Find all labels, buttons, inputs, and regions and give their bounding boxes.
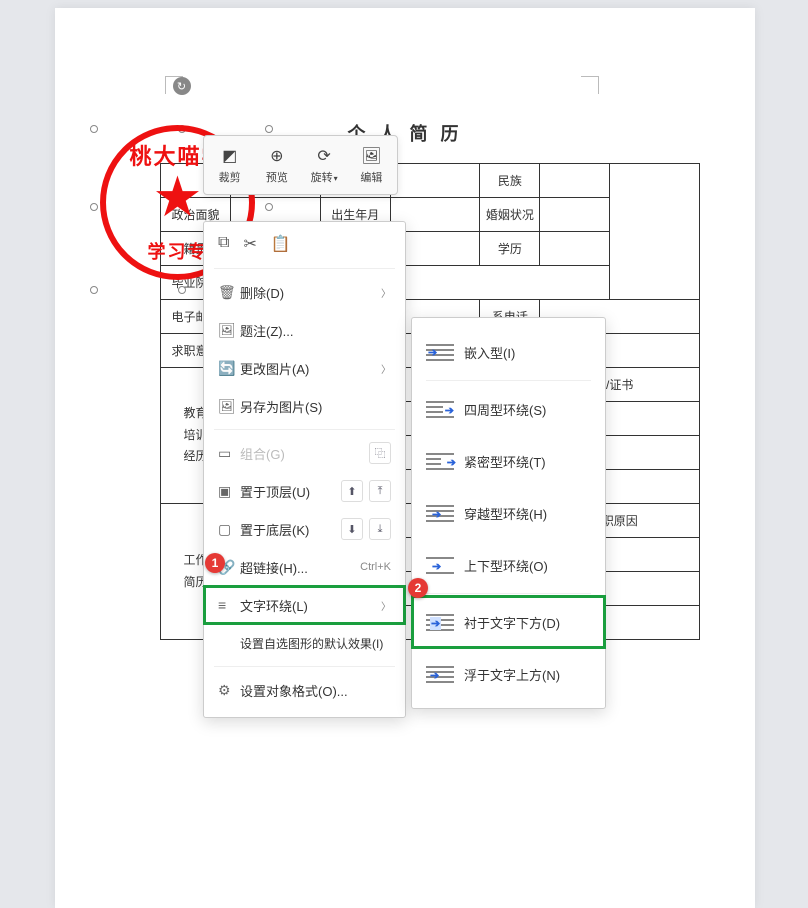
cut-icon[interactable]: ✂: [243, 234, 256, 254]
text-wrap-icon: ≡: [218, 597, 240, 613]
bring-front-extra-icon[interactable]: ⤒: [369, 480, 391, 502]
wrap-front-icon: ➔: [426, 663, 454, 685]
wrap-behind-text[interactable]: ➔ 衬于文字下方(D): [412, 596, 605, 648]
group-icon: ▭: [218, 445, 240, 462]
send-backward-icon[interactable]: ⬇: [341, 518, 363, 540]
separator: [426, 380, 591, 381]
wrap-top-bottom-icon: ➔: [426, 554, 454, 576]
menu-bring-front-label: 置于顶层(U): [240, 482, 341, 501]
bring-front-icon: ▣: [218, 483, 240, 500]
menu-send-back[interactable]: ▢ 置于底层(K) ⬇ ⤓: [204, 510, 405, 548]
wrap-tight-icon: ➔: [426, 450, 454, 472]
send-back-extra-icon[interactable]: ⤓: [369, 518, 391, 540]
crop-icon: ◩: [222, 145, 237, 167]
menu-text-wrap-label: 文字环绕(L): [240, 596, 381, 615]
chevron-right-icon: 〉: [381, 361, 391, 376]
wrap-square-icon: ➔: [426, 398, 454, 420]
selection-handle[interactable]: [265, 203, 273, 211]
wrap-square[interactable]: ➔ 四周型环绕(S): [412, 383, 605, 435]
zoom-in-icon: ⊕: [270, 145, 283, 167]
label-education: 学历: [480, 232, 540, 266]
menu-text-wrap[interactable]: ≡ 文字环绕(L) 〉: [204, 586, 405, 624]
separator: [214, 268, 395, 269]
preview-label: 预览: [266, 169, 288, 185]
save-picture-icon: 🖼: [218, 398, 240, 415]
wrap-tight[interactable]: ➔ 紧密型环绕(T): [412, 435, 605, 487]
menu-format-object[interactable]: ⚙ 设置对象格式(O)...: [204, 671, 405, 709]
separator: [214, 666, 395, 667]
wrap-in-front[interactable]: ➔ 浮于文字上方(N): [412, 648, 605, 700]
image-mini-toolbar: ◩ 裁剪 ⊕ 预览 ⟳ 旋转▾ 🖼 编辑: [203, 135, 398, 195]
selection-handle[interactable]: [178, 286, 186, 294]
annotation-badge-2: 2: [408, 578, 428, 598]
change-picture-icon: 🔄: [218, 360, 240, 377]
menu-delete-label: 删除(D): [240, 283, 381, 302]
hyperlink-shortcut: Ctrl+K: [360, 561, 391, 573]
chevron-down-icon: ▾: [334, 174, 338, 183]
wrap-square-label: 四周型环绕(S): [464, 400, 546, 419]
annotation-badge-1: 1: [205, 553, 225, 573]
context-menu: ⧉ ✂ 📋 🗑 删除(D) 〉 🖼 题注(Z)... 🔄 更改图片(A) 〉 🖼…: [203, 221, 406, 718]
wrap-in-front-label: 浮于文字上方(N): [464, 665, 560, 684]
menu-hyperlink-label: 超链接(H)...: [240, 558, 360, 577]
bring-forward-icon[interactable]: ⬆: [341, 480, 363, 502]
rotate-label: 旋转: [311, 172, 333, 184]
selection-handle[interactable]: [265, 125, 273, 133]
star-icon: ★: [152, 164, 202, 230]
paste-icon[interactable]: 📋: [271, 234, 291, 254]
crop-label: 裁剪: [219, 169, 241, 185]
wrap-inline-label: 嵌入型(I): [464, 343, 515, 362]
menu-save-as-picture[interactable]: 🖼 另存为图片(S): [204, 387, 405, 425]
wrap-top-bottom[interactable]: ➔ 上下型环绕(O): [412, 539, 605, 591]
format-icon: ⚙: [218, 682, 240, 699]
rotate-handle-icon[interactable]: ↻: [173, 77, 191, 95]
group-extra-icon: ⿻: [369, 442, 391, 464]
selection-handle[interactable]: [90, 125, 98, 133]
menu-hyperlink[interactable]: 🔗 超链接(H)... Ctrl+K: [204, 548, 405, 586]
wrap-tight-label: 紧密型环绕(T): [464, 452, 546, 471]
menu-bring-front[interactable]: ▣ 置于顶层(U) ⬆ ⤒: [204, 472, 405, 510]
menu-caption[interactable]: 🖼 题注(Z)...: [204, 311, 405, 349]
menu-group-label: 组合(G): [240, 444, 369, 463]
picture-edit-icon: 🖼: [361, 145, 381, 167]
chevron-right-icon: 〉: [381, 285, 391, 300]
edit-button[interactable]: 🖼 编辑: [348, 145, 394, 185]
wrap-inline-icon: ➔: [426, 341, 454, 363]
menu-change-picture[interactable]: 🔄 更改图片(A) 〉: [204, 349, 405, 387]
edit-label: 编辑: [360, 169, 382, 185]
wrap-through[interactable]: ➔ 穿越型环绕(H): [412, 487, 605, 539]
menu-format-object-label: 设置对象格式(O)...: [240, 681, 391, 700]
page-corner-tr: [581, 76, 599, 94]
wrap-through-icon: ➔: [426, 502, 454, 524]
crop-button[interactable]: ◩ 裁剪: [207, 145, 253, 185]
preview-button[interactable]: ⊕ 预览: [254, 145, 300, 185]
caption-icon: 🖼: [218, 322, 240, 339]
wrap-behind-icon: ➔: [426, 611, 454, 633]
separator: [214, 429, 395, 430]
menu-change-picture-label: 更改图片(A): [240, 359, 381, 378]
menu-set-default-label: 设置自选图形的默认效果(I): [240, 635, 391, 652]
wrap-inline[interactable]: ➔ 嵌入型(I): [412, 326, 605, 378]
wrap-behind-label: 衬于文字下方(D): [464, 613, 560, 632]
rotate-icon: ⟳: [317, 145, 330, 167]
menu-save-as-picture-label: 另存为图片(S): [240, 397, 391, 416]
selection-handle[interactable]: [90, 286, 98, 294]
rotate-button[interactable]: ⟳ 旋转▾: [301, 145, 347, 185]
menu-caption-label: 题注(Z)...: [240, 321, 391, 340]
label-marital: 婚姻状况: [480, 198, 540, 232]
selection-handle[interactable]: [90, 203, 98, 211]
separator: [426, 593, 591, 594]
wrap-top-bottom-label: 上下型环绕(O): [464, 556, 548, 575]
label-ethnic: 民族: [480, 164, 540, 198]
menu-set-default[interactable]: 设置自选图形的默认效果(I): [204, 624, 405, 662]
trash-icon: 🗑: [218, 284, 240, 301]
copy-icon[interactable]: ⧉: [218, 234, 229, 254]
menu-delete[interactable]: 🗑 删除(D) 〉: [204, 273, 405, 311]
wrap-through-label: 穿越型环绕(H): [464, 504, 547, 523]
menu-send-back-label: 置于底层(K): [240, 520, 341, 539]
menu-group: ▭ 组合(G) ⿻: [204, 434, 405, 472]
text-wrap-submenu: ➔ 嵌入型(I) ➔ 四周型环绕(S) ➔ 紧密型环绕(T) ➔ 穿越型环绕(H…: [411, 317, 606, 709]
send-back-icon: ▢: [218, 521, 240, 538]
chevron-right-icon: 〉: [381, 598, 391, 613]
